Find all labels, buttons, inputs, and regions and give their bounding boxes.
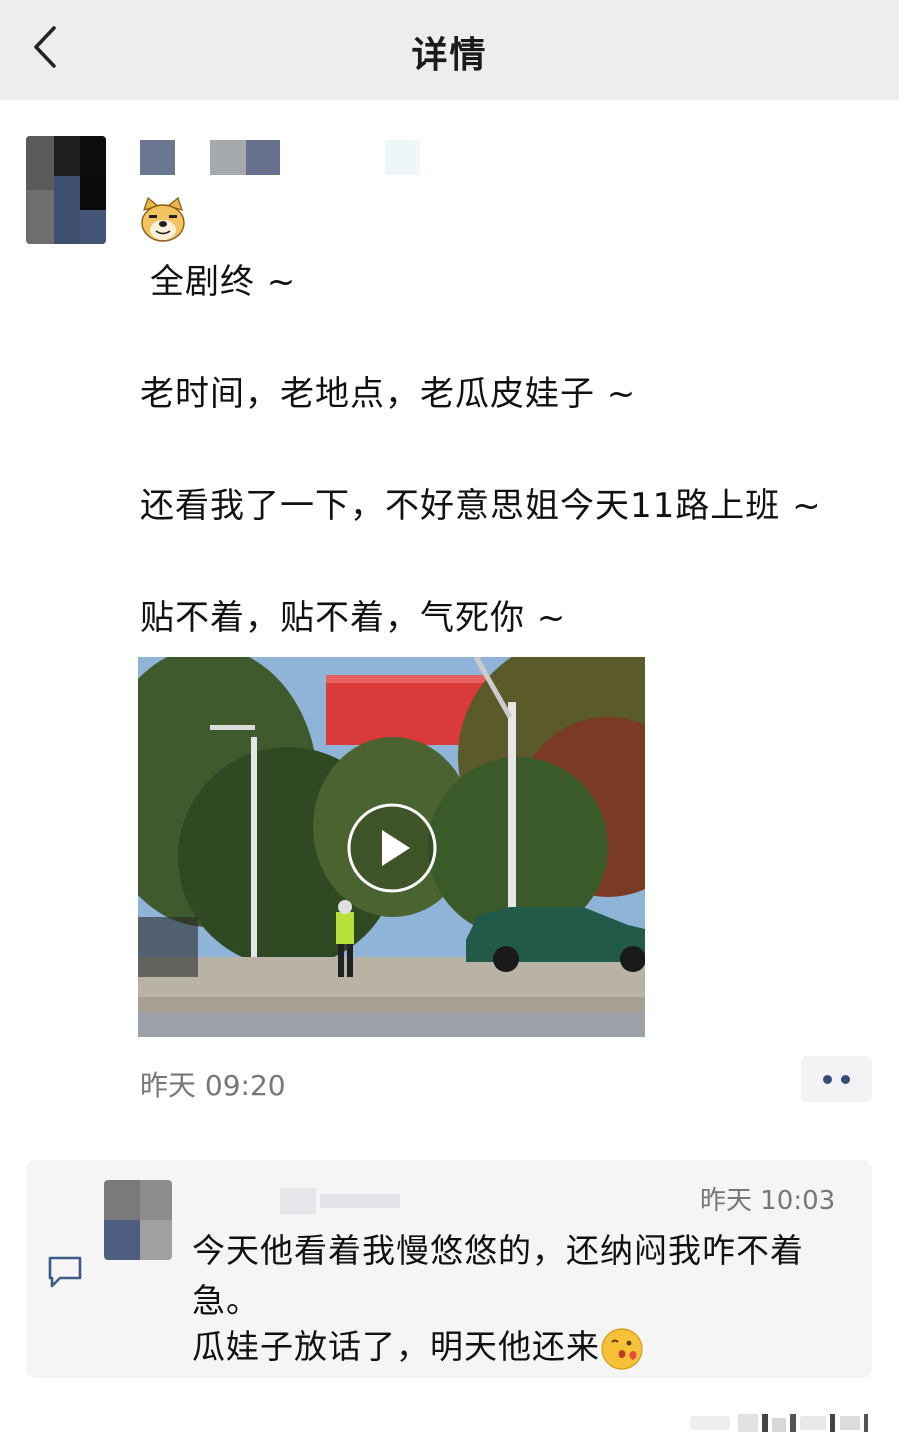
play-icon[interactable] [346, 802, 438, 894]
author-name-redacted[interactable] [140, 140, 440, 175]
watermark [690, 1414, 868, 1432]
comment-icon [48, 1256, 82, 1288]
kiss-emoji-icon [601, 1327, 643, 1370]
more-dots-icon [841, 1075, 850, 1084]
comment-text-line: 急。 [192, 1281, 260, 1320]
post-text-line: 老时间，老地点，老瓜皮娃子 ~ [140, 374, 637, 414]
commenter-name-redacted[interactable] [190, 1188, 410, 1214]
post-text-line: 还看我了一下，不好意思姐今天11路上班 ~ [140, 486, 822, 526]
avatar[interactable] [26, 136, 106, 244]
post-text-line: 贴不着，贴不着，气死你 ~ [140, 598, 567, 638]
comment-timestamp: 昨天 10:03 [700, 1186, 836, 1216]
comment-text-segment: 瓜娃子放话了，明天他还来 [192, 1327, 600, 1366]
more-button[interactable] [801, 1056, 872, 1102]
video-thumbnail[interactable] [138, 657, 645, 1037]
top-bar: 详情 [0, 0, 899, 100]
commenter-avatar[interactable] [104, 1180, 172, 1260]
comment-text-line: 瓜娃子放话了，明天他还来 [192, 1320, 644, 1371]
doge-emoji-icon [141, 196, 185, 242]
comment-text-line: 今天他看着我慢悠悠的，还纳闷我咋不着 [192, 1231, 804, 1270]
post-timestamp: 昨天 09:20 [140, 1069, 286, 1102]
more-dots-icon [823, 1075, 832, 1084]
post-text-line: 全剧终 ~ [150, 262, 297, 302]
page-title: 详情 [411, 35, 488, 76]
